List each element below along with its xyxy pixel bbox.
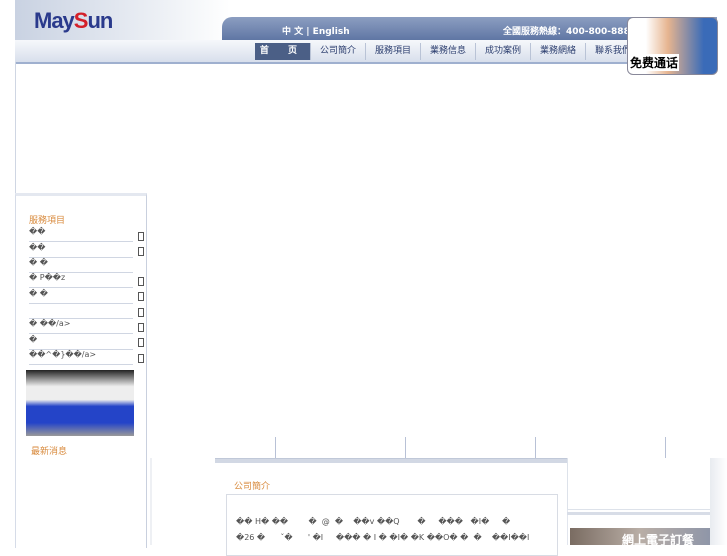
sidebar-item[interactable]: ��^�}��/a> [29, 350, 133, 365]
office-photo [26, 370, 134, 436]
missing-glyph-icon [138, 277, 144, 286]
shadow [710, 458, 727, 545]
nav-cases[interactable]: 成功案例 [476, 43, 531, 60]
divider [405, 437, 406, 458]
language-switch[interactable]: 中 文 | English [282, 24, 350, 37]
sidebar-title: 服務項目 [29, 216, 66, 226]
divider [535, 437, 536, 458]
nav-business-info[interactable]: 業務信息 [421, 43, 476, 60]
nav-about[interactable]: 公司簡介 [311, 43, 366, 60]
missing-glyph-icon [138, 247, 144, 256]
about-title: 公司簡介 [234, 482, 271, 492]
sidebar-item[interactable]: � � [29, 258, 133, 273]
nav-network[interactable]: 業務網絡 [531, 43, 586, 60]
missing-glyph-icon [138, 232, 144, 241]
sidebar-item[interactable] [29, 304, 133, 319]
nav-home[interactable]: 首 页 [255, 43, 311, 60]
nav-services[interactable]: 服務項目 [366, 43, 421, 60]
right-box [567, 458, 712, 510]
about-text-line: �26 � ˇ� ' �I ��� � I � �I� �K ��O� � � … [236, 533, 530, 542]
missing-glyph-icon [138, 292, 144, 301]
divider [665, 437, 666, 458]
divider [275, 437, 276, 458]
sidebar-item[interactable]: � P��z [29, 273, 133, 288]
sidebar-item[interactable]: � � [29, 289, 133, 304]
logo[interactable]: MaySun [34, 8, 113, 34]
news-title: 最新消息 [31, 447, 68, 457]
missing-glyph-icon [138, 354, 144, 363]
free-call-label[interactable]: 免费通话 [629, 54, 680, 71]
sidebar-item[interactable]: � ��/a> [29, 319, 133, 334]
sidebar-item[interactable]: �� [29, 243, 133, 258]
hotline: 全國服務熱線：400-800-888 [503, 27, 630, 37]
divider [150, 458, 152, 545]
banner-text[interactable]: 網上電子訂餐 [622, 531, 694, 548]
missing-glyph-icon [138, 338, 144, 347]
sidebar-item[interactable]: � [29, 335, 133, 350]
divider [15, 62, 16, 195]
about-text-line: �� H� �� � @ � ��v ��Q � ��� �I� � [236, 517, 511, 526]
missing-glyph-icon [138, 308, 144, 317]
missing-glyph-icon [138, 323, 144, 332]
sidebar-item[interactable]: �� [29, 227, 133, 242]
